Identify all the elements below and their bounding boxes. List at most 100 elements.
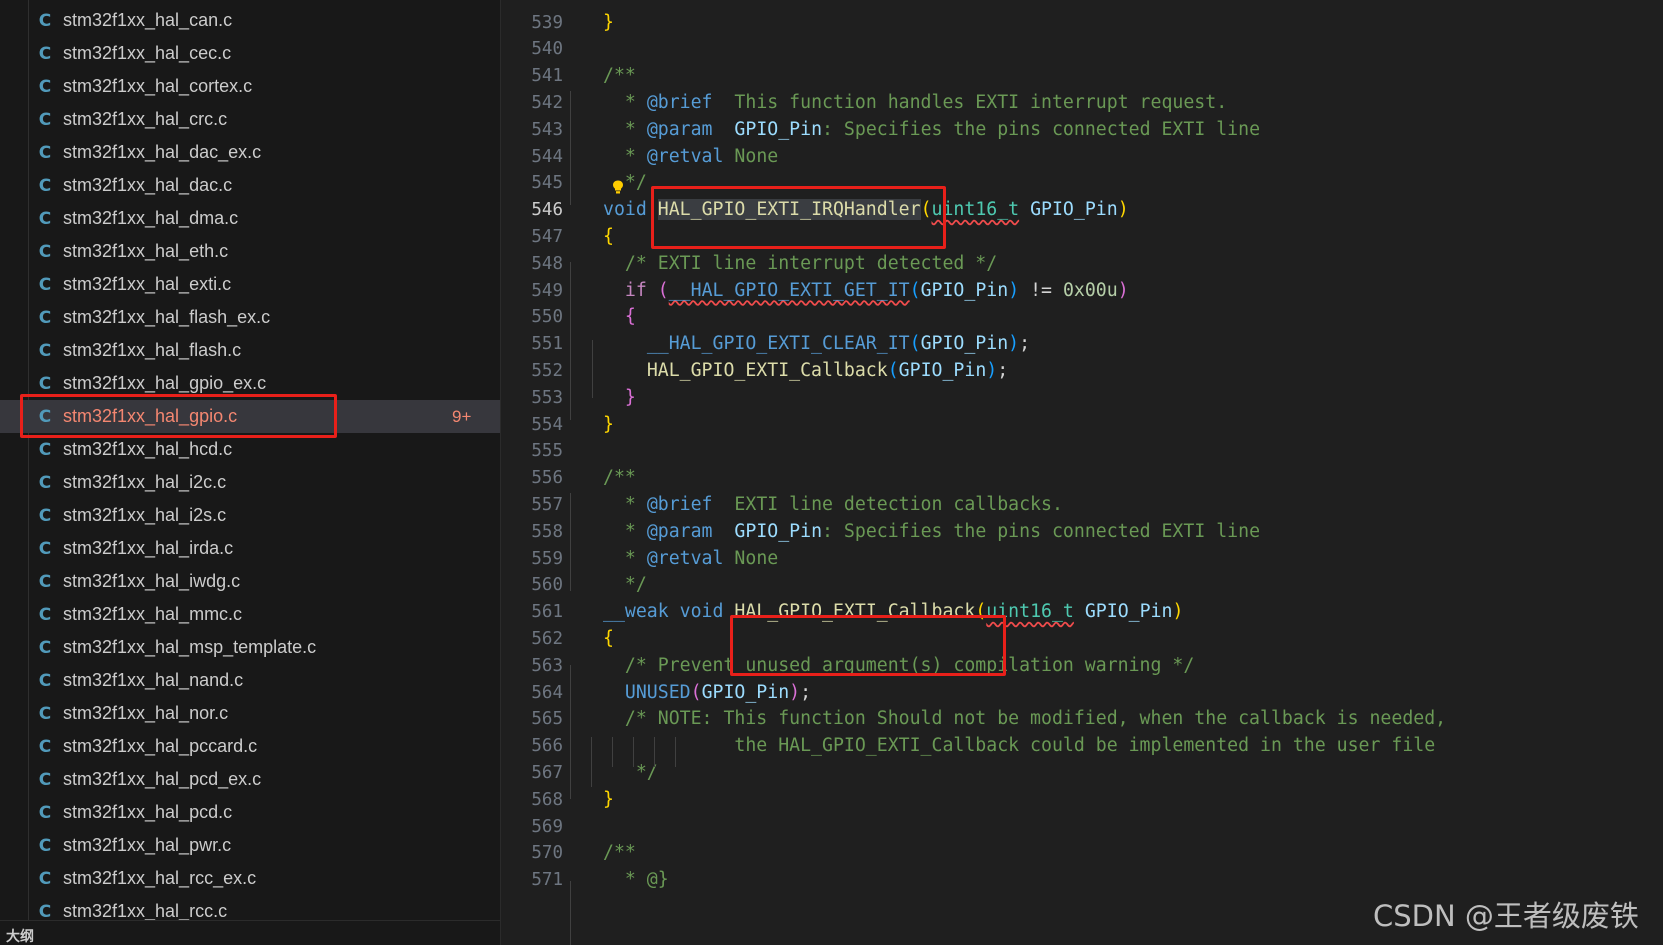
code-token: : Specifies the pins connected EXTI line — [822, 118, 1261, 140]
file-item[interactable]: Cstm32f1xx_hal_pccard.c — [0, 730, 500, 763]
file-item[interactable]: Cstm32f1xx_hal_flash.c — [0, 334, 500, 367]
code-line[interactable]: 551 __HAL_GPIO_EXTI_CLEAR_IT(GPIO_Pin); — [501, 330, 1663, 359]
code-token: @param — [646, 118, 713, 140]
code-line[interactable]: 558 * @param GPIO_Pin: Specifies the pin… — [501, 518, 1663, 547]
code-token: ) — [1117, 199, 1129, 221]
file-item[interactable]: Cstm32f1xx_hal_nor.c — [0, 697, 500, 730]
code-line[interactable]: 571 * @} — [501, 866, 1663, 895]
file-name: stm32f1xx_hal_nor.c — [63, 703, 229, 723]
code-line[interactable]: 554} — [501, 411, 1663, 440]
code-line[interactable]: 563 /* Prevent unused argument(s) compil… — [501, 652, 1663, 681]
file-item[interactable]: Cstm32f1xx_hal_mmc.c — [0, 598, 500, 631]
code-line[interactable]: 570 /** — [501, 839, 1663, 868]
code-line[interactable]: 555 — [501, 437, 1663, 466]
code-line[interactable]: 562 { — [501, 625, 1663, 654]
line-number: 548 — [531, 253, 563, 274]
c-file-icon: C — [38, 373, 52, 394]
outline-section-header[interactable]: 大纲 — [0, 920, 500, 945]
code-line[interactable]: 564 UNUSED(GPIO_Pin); — [501, 679, 1663, 708]
code-text: } — [603, 786, 614, 815]
code-line[interactable]: 544 * @retval None — [501, 143, 1663, 172]
code-text: __HAL_GPIO_EXTI_CLEAR_IT(GPIO_Pin); — [603, 330, 1030, 359]
code-token: GPIO_Pin — [701, 681, 790, 703]
code-text: * @retval None — [603, 545, 778, 574]
line-number: 540 — [531, 39, 563, 60]
code-line[interactable]: 561 __weak void HAL_GPIO_EXTI_Callback(ui… — [501, 598, 1663, 627]
file-item[interactable]: Cstm32f1xx_hal_i2s.c — [0, 499, 500, 532]
code-line[interactable]: 556 /** — [501, 464, 1663, 493]
code-line[interactable]: 559 * @retval None — [501, 545, 1663, 574]
file-item[interactable]: Cstm32f1xx_hal_can.c — [0, 4, 500, 37]
line-number: 555 — [531, 441, 563, 462]
code-token: { — [603, 627, 614, 649]
highlight-box-irqhandler — [651, 186, 946, 249]
code-line[interactable]: 568} — [501, 786, 1663, 815]
file-item[interactable]: Cstm32f1xx_hal_rcc_ex.c — [0, 862, 500, 895]
code-token: ) — [1008, 333, 1020, 355]
code-line[interactable]: 557 * @brief EXTI line detection callbac… — [501, 491, 1663, 520]
code-text: if (__HAL_GPIO_EXTI_GET_IT(GPIO_Pin) != … — [603, 277, 1129, 306]
code-line[interactable]: 565 /* NOTE: This function Should not be… — [501, 705, 1663, 734]
file-item[interactable]: Cstm32f1xx_hal_irda.c — [0, 532, 500, 565]
line-number: 552 — [531, 360, 563, 381]
file-item[interactable]: Cstm32f1xx_hal_iwdg.c — [0, 565, 500, 598]
code-line[interactable]: 553 } — [501, 384, 1663, 413]
c-file-icon: C — [38, 868, 52, 889]
file-item[interactable]: Cstm32f1xx_hal_cec.c — [0, 37, 500, 70]
code-token: ; — [997, 359, 1009, 381]
code-line[interactable]: 541 /** — [501, 62, 1663, 91]
indent-guide — [654, 737, 655, 767]
code-token: EXTI line detection callbacks. — [712, 493, 1063, 515]
file-item[interactable]: Cstm32f1xx_hal_crc.c — [0, 103, 500, 136]
code-line[interactable]: 539} — [501, 9, 1663, 38]
file-item[interactable]: Cstm32f1xx_hal_exti.c — [0, 268, 500, 301]
c-file-icon: C — [38, 538, 52, 559]
code-line[interactable]: 569 — [501, 813, 1663, 842]
code-line[interactable]: 549 if (__HAL_GPIO_EXTI_GET_IT(GPIO_Pin)… — [501, 277, 1663, 306]
file-item[interactable]: Cstm32f1xx_hal_dma.c — [0, 202, 500, 235]
code-token: ( — [909, 333, 921, 355]
highlight-box-callback — [730, 615, 1006, 676]
code-editor[interactable]: 539} 540 541/** 542 * @brief This function … — [501, 0, 1663, 945]
code-token: } — [624, 386, 636, 408]
code-line[interactable]: 540 — [501, 35, 1663, 64]
code-text: * @brief EXTI line detection callbacks. — [603, 491, 1063, 520]
code-line[interactable]: 542 * @brief This function handles EXTI … — [501, 89, 1663, 118]
file-name: stm32f1xx_hal_pwr.c — [63, 835, 232, 855]
file-item[interactable]: Cstm32f1xx_hal_cortex.c — [0, 70, 500, 103]
code-token: ( — [657, 279, 669, 301]
indent-guide — [570, 91, 571, 205]
file-item[interactable]: Cstm32f1xx_hal_eth.c — [0, 235, 500, 268]
code-token: ; — [1019, 333, 1031, 355]
file-item[interactable]: Cstm32f1xx_hal_msp_template.c — [0, 631, 500, 664]
line-number: 541 — [531, 66, 563, 87]
c-file-icon: C — [38, 637, 52, 658]
code-line[interactable]: 560 */ — [501, 571, 1663, 600]
file-item[interactable]: Cstm32f1xx_hal_flash_ex.c — [0, 301, 500, 334]
file-item[interactable]: Cstm32f1xx_hal_nand.c — [0, 664, 500, 697]
c-file-icon: C — [38, 340, 52, 361]
file-item[interactable]: Cstm32f1xx_hal_pwr.c — [0, 829, 500, 862]
code-text: * @brief This function handles EXTI inte… — [603, 89, 1227, 118]
code-line[interactable]: 552 HAL_GPIO_EXTI_Callback(GPIO_Pin); — [501, 357, 1663, 386]
line-number: 558 — [531, 521, 563, 542]
file-item[interactable]: Cstm32f1xx_hal_pcd_ex.c — [0, 763, 500, 796]
lightbulb-icon[interactable] — [612, 180, 624, 194]
file-item[interactable]: Cstm32f1xx_hal_pcd.c — [0, 796, 500, 829]
indent-guide — [570, 881, 571, 945]
line-number: 564 — [531, 682, 563, 703]
file-item[interactable]: Cstm32f1xx_hal_dac.c — [0, 169, 500, 202]
code-token: This function handles EXTI interrupt req… — [712, 91, 1228, 113]
code-line[interactable]: 550 { — [501, 303, 1663, 332]
code-token: * — [603, 520, 647, 542]
line-number: 559 — [531, 548, 563, 569]
c-file-icon: C — [38, 439, 52, 460]
code-line[interactable]: 548 /* EXTI line interrupt detected */ — [501, 250, 1663, 279]
code-token: ) — [986, 359, 998, 381]
code-line[interactable]: 543 * @param GPIO_Pin: Specifies the pin… — [501, 116, 1663, 145]
file-item[interactable]: Cstm32f1xx_hal_i2c.c — [0, 466, 500, 499]
file-item[interactable]: Cstm32f1xx_hal_dac_ex.c — [0, 136, 500, 169]
